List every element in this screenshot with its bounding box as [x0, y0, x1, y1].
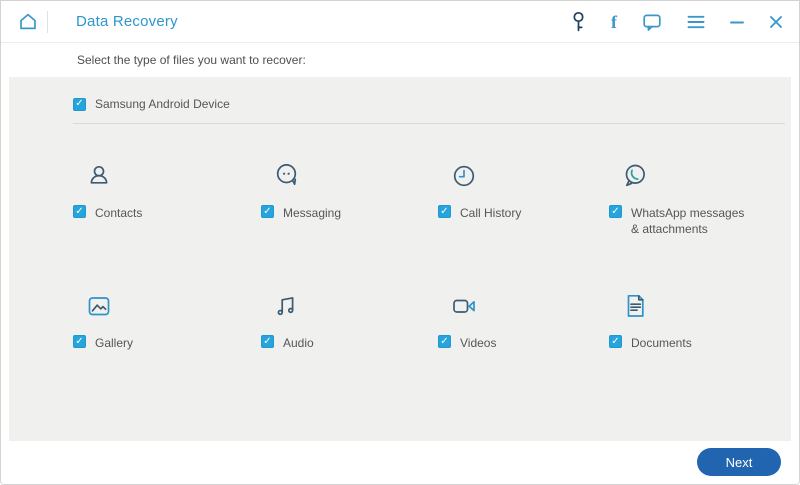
window-title: Data Recovery: [76, 13, 178, 30]
file-type-documents: ✓ Documents: [609, 291, 791, 421]
documents-checkbox[interactable]: ✓: [609, 335, 622, 348]
minimize-button[interactable]: [728, 13, 746, 31]
contacts-icon: [84, 161, 114, 193]
documents-label: Documents: [631, 336, 692, 350]
videos-label: Videos: [460, 336, 497, 350]
file-type-gallery: ✓ Gallery: [73, 291, 261, 421]
whatsapp-icon: [620, 161, 650, 193]
instruction-strip: Select the type of files you want to rec…: [1, 43, 799, 77]
call-history-checkbox-row[interactable]: ✓ Call History: [438, 205, 521, 221]
check-icon: ✓: [75, 205, 84, 217]
file-type-audio: ✓ Audio: [261, 291, 438, 421]
footer: Next: [1, 441, 799, 484]
file-selection-panel: ✓ Samsung Android Device ✓ Contacts ✓ Me…: [9, 77, 791, 441]
audio-label: Audio: [283, 336, 314, 350]
data-recovery-window: Data Recovery f Select the type of files…: [0, 0, 800, 485]
videos-checkbox-row[interactable]: ✓ Videos: [438, 335, 496, 351]
gallery-checkbox-row[interactable]: ✓ Gallery: [73, 335, 133, 351]
menu-button[interactable]: [685, 13, 707, 31]
home-button[interactable]: [13, 7, 43, 37]
gallery-icon: [84, 291, 114, 323]
call-history-checkbox[interactable]: ✓: [438, 205, 451, 218]
file-type-messaging: ✓ Messaging: [261, 161, 438, 291]
contacts-label: Contacts: [95, 206, 143, 220]
call-history-icon: [449, 161, 479, 193]
whatsapp-checkbox-row[interactable]: ✓ WhatsApp messages & attachments: [609, 205, 749, 237]
whatsapp-label: WhatsApp messages & attachments: [631, 206, 745, 237]
file-type-grid: ✓ Contacts ✓ Messaging ✓ Call History ✓ …: [73, 161, 791, 421]
documents-checkbox-row[interactable]: ✓ Documents: [609, 335, 692, 351]
check-icon: ✓: [263, 205, 272, 217]
file-type-call-history: ✓ Call History: [438, 161, 609, 291]
close-icon: [769, 15, 783, 29]
check-icon: ✓: [611, 205, 620, 217]
titlebar-actions: f: [569, 9, 785, 35]
check-icon: ✓: [611, 335, 620, 347]
minimize-icon: [730, 15, 744, 29]
contacts-checkbox-row[interactable]: ✓ Contacts: [73, 205, 142, 221]
messaging-icon: [272, 161, 302, 193]
call-history-label: Call History: [460, 206, 522, 220]
file-type-videos: ✓ Videos: [438, 291, 609, 421]
audio-icon: [272, 291, 302, 323]
next-button[interactable]: Next: [697, 448, 781, 476]
whatsapp-checkbox[interactable]: ✓: [609, 205, 622, 218]
register-key-button[interactable]: [569, 9, 588, 35]
facebook-icon: f: [611, 11, 617, 32]
check-icon: ✓: [75, 335, 84, 347]
messaging-checkbox-row[interactable]: ✓ Messaging: [261, 205, 341, 221]
audio-checkbox-row[interactable]: ✓ Audio: [261, 335, 314, 351]
feedback-bubble-icon: [642, 12, 662, 32]
instruction-text: Select the type of files you want to rec…: [77, 53, 306, 67]
close-button[interactable]: [767, 13, 785, 31]
feedback-button[interactable]: [640, 10, 664, 34]
device-label: Samsung Android Device: [95, 97, 230, 111]
messaging-checkbox[interactable]: ✓: [261, 205, 274, 218]
device-checkbox[interactable]: ✓: [73, 97, 86, 111]
gallery-checkbox[interactable]: ✓: [73, 335, 86, 348]
titlebar-divider: [47, 10, 48, 33]
menu-icon: [687, 15, 705, 29]
audio-checkbox[interactable]: ✓: [261, 335, 274, 348]
messaging-label: Messaging: [283, 206, 342, 220]
device-checkbox-row[interactable]: ✓ Samsung Android Device: [73, 96, 230, 112]
check-icon: ✓: [440, 335, 449, 347]
check-icon: ✓: [440, 205, 449, 217]
videos-checkbox[interactable]: ✓: [438, 335, 451, 348]
gallery-label: Gallery: [95, 336, 134, 350]
key-icon: [571, 11, 586, 33]
contacts-checkbox[interactable]: ✓: [73, 205, 86, 218]
file-type-whatsapp: ✓ WhatsApp messages & attachments: [609, 161, 791, 291]
documents-icon: [620, 291, 650, 323]
check-icon: ✓: [263, 335, 272, 347]
videos-icon: [449, 291, 479, 323]
panel-divider: [73, 123, 785, 124]
check-icon: ✓: [75, 98, 84, 110]
home-icon: [17, 11, 39, 33]
title-bar: Data Recovery f: [1, 1, 799, 43]
facebook-button[interactable]: f: [609, 11, 619, 33]
file-type-contacts: ✓ Contacts: [73, 161, 261, 291]
